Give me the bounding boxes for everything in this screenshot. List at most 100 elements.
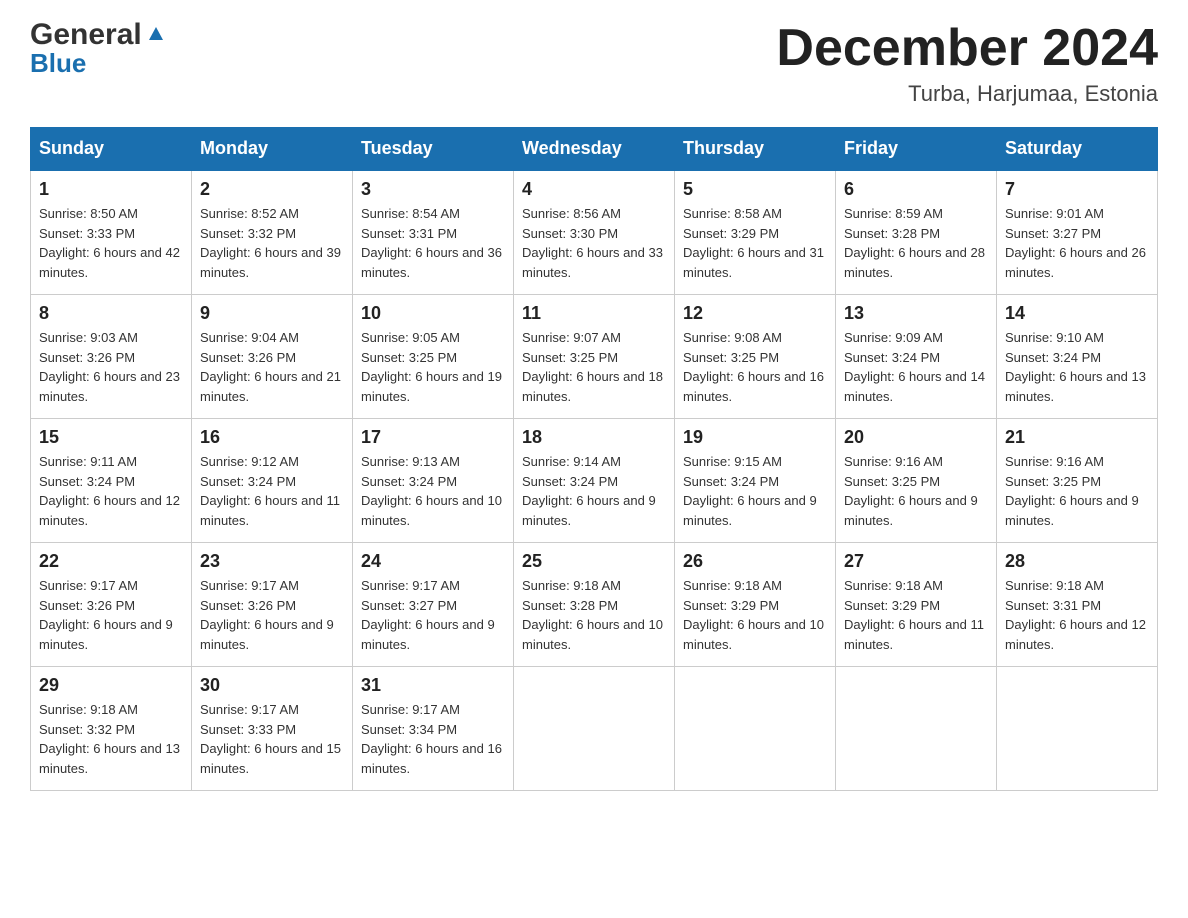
logo-general-text: General — [30, 20, 142, 50]
day-info: Sunrise: 9:16 AMSunset: 3:25 PMDaylight:… — [844, 452, 988, 530]
calendar-cell: 17Sunrise: 9:13 AMSunset: 3:24 PMDayligh… — [353, 419, 514, 543]
calendar-cell: 9 Sunrise: 9:04 AMSunset: 3:26 PMDaylight… — [192, 295, 353, 419]
day-number: 27 — [844, 551, 988, 572]
day-number: 13 — [844, 303, 988, 324]
calendar-cell — [836, 667, 997, 791]
week-row-3: 15 Sunrise: 9:11 AMSunset: 3:24 PMDayligh… — [31, 419, 1158, 543]
day-number: 1 — [39, 179, 183, 200]
day-info: Sunrise: 9:18 AMSunset: 3:29 PMDaylight:… — [683, 576, 827, 654]
calendar-cell: 5Sunrise: 8:58 AMSunset: 3:29 PMDaylight… — [675, 170, 836, 295]
header-sunday: Sunday — [31, 128, 192, 171]
calendar-cell: 15 Sunrise: 9:11 AMSunset: 3:24 PMDayligh… — [31, 419, 192, 543]
day-number: 29 — [39, 675, 183, 696]
day-info: Sunrise: 9:13 AMSunset: 3:24 PMDaylight:… — [361, 452, 505, 530]
day-number: 26 — [683, 551, 827, 572]
header-monday: Monday — [192, 128, 353, 171]
day-number: 18 — [522, 427, 666, 448]
calendar-cell: 1 Sunrise: 8:50 AMSunset: 3:33 PMDaylight… — [31, 170, 192, 295]
day-info: Sunrise: 8:56 AMSunset: 3:30 PMDaylight:… — [522, 204, 666, 282]
day-info: Sunrise: 9:18 AMSunset: 3:28 PMDaylight:… — [522, 576, 666, 654]
day-number: 9 — [200, 303, 344, 324]
day-number: 21 — [1005, 427, 1149, 448]
calendar-cell: 20Sunrise: 9:16 AMSunset: 3:25 PMDayligh… — [836, 419, 997, 543]
calendar-cell: 31 Sunrise: 9:17 AMSunset: 3:34 PMDayligh… — [353, 667, 514, 791]
day-number: 12 — [683, 303, 827, 324]
calendar-cell: 24 Sunrise: 9:17 AMSunset: 3:27 PMDayligh… — [353, 543, 514, 667]
day-number: 24 — [361, 551, 505, 572]
calendar-cell — [514, 667, 675, 791]
title-section: December 2024 Turba, Harjumaa, Estonia — [776, 20, 1158, 107]
day-number: 15 — [39, 427, 183, 448]
header-friday: Friday — [836, 128, 997, 171]
page-header: General Blue December 2024 Turba, Harjum… — [30, 20, 1158, 107]
calendar-cell: 8 Sunrise: 9:03 AMSunset: 3:26 PMDaylight… — [31, 295, 192, 419]
day-number: 28 — [1005, 551, 1149, 572]
header-thursday: Thursday — [675, 128, 836, 171]
calendar-cell: 3 Sunrise: 8:54 AMSunset: 3:31 PMDaylight… — [353, 170, 514, 295]
calendar-cell: 7 Sunrise: 9:01 AMSunset: 3:27 PMDaylight… — [997, 170, 1158, 295]
day-number: 8 — [39, 303, 183, 324]
calendar-cell: 23Sunrise: 9:17 AMSunset: 3:26 PMDayligh… — [192, 543, 353, 667]
calendar-cell: 11 Sunrise: 9:07 AMSunset: 3:25 PMDayligh… — [514, 295, 675, 419]
calendar-cell: 10 Sunrise: 9:05 AMSunset: 3:25 PMDayligh… — [353, 295, 514, 419]
day-info: Sunrise: 9:10 AMSunset: 3:24 PMDaylight:… — [1005, 328, 1149, 406]
day-number: 5 — [683, 179, 827, 200]
day-info: Sunrise: 8:50 AMSunset: 3:33 PMDaylight:… — [39, 204, 183, 282]
calendar-cell: 2Sunrise: 8:52 AMSunset: 3:32 PMDaylight… — [192, 170, 353, 295]
calendar-cell: 27 Sunrise: 9:18 AMSunset: 3:29 PMDayligh… — [836, 543, 997, 667]
day-info: Sunrise: 9:17 AMSunset: 3:33 PMDaylight:… — [200, 700, 344, 778]
calendar-cell: 26 Sunrise: 9:18 AMSunset: 3:29 PMDayligh… — [675, 543, 836, 667]
day-info: Sunrise: 9:07 AMSunset: 3:25 PMDaylight:… — [522, 328, 666, 406]
day-info: Sunrise: 9:18 AMSunset: 3:32 PMDaylight:… — [39, 700, 183, 778]
calendar-table: SundayMondayTuesdayWednesdayThursdayFrid… — [30, 127, 1158, 791]
calendar-cell: 21 Sunrise: 9:16 AMSunset: 3:25 PMDayligh… — [997, 419, 1158, 543]
day-info: Sunrise: 9:15 AMSunset: 3:24 PMDaylight:… — [683, 452, 827, 530]
header-row: SundayMondayTuesdayWednesdayThursdayFrid… — [31, 128, 1158, 171]
day-number: 10 — [361, 303, 505, 324]
calendar-cell: 28 Sunrise: 9:18 AMSunset: 3:31 PMDayligh… — [997, 543, 1158, 667]
calendar-cell: 14 Sunrise: 9:10 AMSunset: 3:24 PMDayligh… — [997, 295, 1158, 419]
day-number: 7 — [1005, 179, 1149, 200]
day-info: Sunrise: 9:18 AMSunset: 3:29 PMDaylight:… — [844, 576, 988, 654]
day-number: 3 — [361, 179, 505, 200]
calendar-cell: 4 Sunrise: 8:56 AMSunset: 3:30 PMDaylight… — [514, 170, 675, 295]
day-number: 11 — [522, 303, 666, 324]
day-info: Sunrise: 9:17 AMSunset: 3:34 PMDaylight:… — [361, 700, 505, 778]
logo: General Blue — [30, 20, 167, 76]
day-info: Sunrise: 8:52 AMSunset: 3:32 PMDaylight:… — [200, 204, 344, 282]
day-info: Sunrise: 9:11 AMSunset: 3:24 PMDaylight:… — [39, 452, 183, 530]
day-info: Sunrise: 9:05 AMSunset: 3:25 PMDaylight:… — [361, 328, 505, 406]
day-number: 23 — [200, 551, 344, 572]
logo-triangle-icon — [145, 22, 167, 44]
day-info: Sunrise: 8:54 AMSunset: 3:31 PMDaylight:… — [361, 204, 505, 282]
calendar-cell: 19Sunrise: 9:15 AMSunset: 3:24 PMDayligh… — [675, 419, 836, 543]
week-row-1: 1 Sunrise: 8:50 AMSunset: 3:33 PMDaylight… — [31, 170, 1158, 295]
calendar-cell: 22Sunrise: 9:17 AMSunset: 3:26 PMDayligh… — [31, 543, 192, 667]
day-info: Sunrise: 9:17 AMSunset: 3:27 PMDaylight:… — [361, 576, 505, 654]
day-info: Sunrise: 9:09 AMSunset: 3:24 PMDaylight:… — [844, 328, 988, 406]
day-info: Sunrise: 9:08 AMSunset: 3:25 PMDaylight:… — [683, 328, 827, 406]
header-saturday: Saturday — [997, 128, 1158, 171]
calendar-cell — [997, 667, 1158, 791]
day-info: Sunrise: 9:16 AMSunset: 3:25 PMDaylight:… — [1005, 452, 1149, 530]
day-number: 14 — [1005, 303, 1149, 324]
day-info: Sunrise: 9:18 AMSunset: 3:31 PMDaylight:… — [1005, 576, 1149, 654]
day-info: Sunrise: 9:14 AMSunset: 3:24 PMDaylight:… — [522, 452, 666, 530]
calendar-cell: 29 Sunrise: 9:18 AMSunset: 3:32 PMDayligh… — [31, 667, 192, 791]
week-row-2: 8 Sunrise: 9:03 AMSunset: 3:26 PMDaylight… — [31, 295, 1158, 419]
calendar-cell: 13 Sunrise: 9:09 AMSunset: 3:24 PMDayligh… — [836, 295, 997, 419]
calendar-cell — [675, 667, 836, 791]
calendar-cell: 30 Sunrise: 9:17 AMSunset: 3:33 PMDayligh… — [192, 667, 353, 791]
calendar-cell: 18 Sunrise: 9:14 AMSunset: 3:24 PMDayligh… — [514, 419, 675, 543]
day-info: Sunrise: 9:01 AMSunset: 3:27 PMDaylight:… — [1005, 204, 1149, 282]
calendar-cell: 12 Sunrise: 9:08 AMSunset: 3:25 PMDayligh… — [675, 295, 836, 419]
day-info: Sunrise: 9:12 AMSunset: 3:24 PMDaylight:… — [200, 452, 344, 530]
day-info: Sunrise: 9:04 AMSunset: 3:26 PMDaylight:… — [200, 328, 344, 406]
day-info: Sunrise: 9:03 AMSunset: 3:26 PMDaylight:… — [39, 328, 183, 406]
month-year-title: December 2024 — [776, 20, 1158, 77]
day-number: 4 — [522, 179, 666, 200]
day-number: 31 — [361, 675, 505, 696]
week-row-4: 22Sunrise: 9:17 AMSunset: 3:26 PMDayligh… — [31, 543, 1158, 667]
day-number: 30 — [200, 675, 344, 696]
day-info: Sunrise: 8:59 AMSunset: 3:28 PMDaylight:… — [844, 204, 988, 282]
